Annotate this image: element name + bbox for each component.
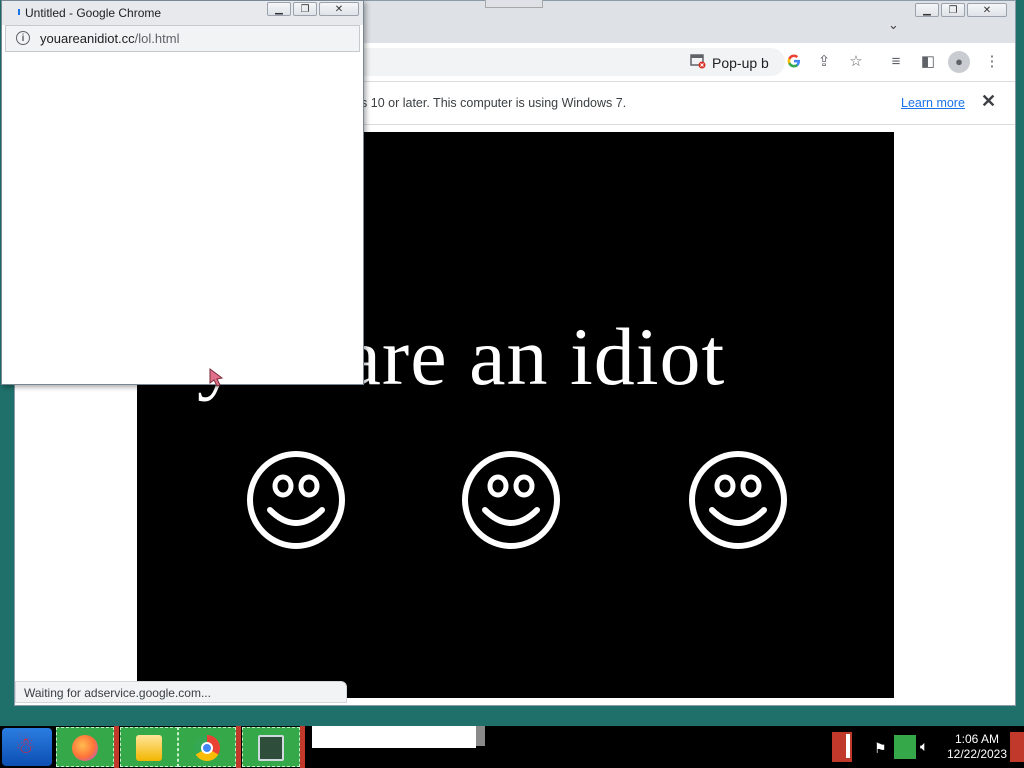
more-menu-icon[interactable]: ⋮ — [983, 53, 1001, 71]
side-panel-icon[interactable]: ◧ — [919, 53, 937, 71]
file-explorer-icon — [136, 735, 162, 761]
learn-more-link[interactable]: Learn more — [901, 96, 965, 110]
taskbar: ☃ ⚑ 🔈︎ — [0, 726, 1024, 768]
smiley-face-icon — [689, 451, 787, 549]
url-path: /lol.html — [134, 31, 180, 46]
tray-white-strip — [846, 734, 850, 758]
smiley-face-icon — [247, 451, 345, 549]
popup-maximize-button[interactable]: ❐ — [293, 2, 317, 16]
popup-window-title: Untitled - Google Chrome — [25, 6, 162, 20]
taskbar-system-monitor[interactable] — [242, 727, 300, 767]
firefox-icon — [72, 735, 98, 761]
popup-browser-window: Untitled - Google Chrome ▁ ❐ ✕ i youarea… — [1, 0, 364, 385]
popup-url: youareanidiot.cc/lol.html — [40, 31, 179, 46]
site-info-icon[interactable]: i — [16, 31, 30, 45]
taskbar-chrome[interactable] — [178, 727, 236, 767]
smiley-face-icon — [462, 451, 560, 549]
loading-indicator-icon — [18, 9, 20, 15]
taskbar-scroll-handle[interactable] — [476, 726, 485, 746]
star-icon[interactable]: ☆ — [847, 53, 865, 71]
status-bubble: Waiting for adservice.google.com... — [15, 681, 347, 703]
mouse-cursor-icon — [209, 368, 224, 387]
clock-date: 12/22/2023 — [946, 747, 1008, 761]
chrome-icon — [194, 735, 220, 761]
tab-strip-stub[interactable] — [485, 0, 543, 8]
popup-minimize-button[interactable]: ▁ — [267, 2, 291, 16]
taskbar-file-explorer[interactable] — [120, 727, 178, 767]
taskbar-separator — [236, 726, 241, 768]
popup-close-button[interactable]: ✕ — [319, 2, 359, 16]
close-window-button[interactable]: ✕ — [967, 3, 1007, 17]
tab-search-chevron-icon[interactable]: ⌄ — [888, 17, 899, 33]
popup-blocked-label: Pop-up b — [712, 54, 769, 71]
taskbar-separator — [114, 726, 119, 768]
action-center-flag-icon[interactable]: ⚑ — [874, 740, 887, 757]
popup-window-controls: ▁ ❐ ✕ — [267, 2, 359, 17]
popup-titlebar[interactable]: Untitled - Google Chrome ▁ ❐ ✕ — [2, 1, 363, 25]
google-icon[interactable] — [785, 53, 803, 71]
popup-address-bar[interactable]: i youareanidiot.cc/lol.html — [5, 25, 360, 52]
maximize-button[interactable]: ❐ — [941, 3, 965, 17]
clock-time: 1:06 AM — [954, 732, 1000, 746]
volume-icon[interactable]: 🔈︎ — [920, 738, 928, 755]
popup-blocked-chip[interactable]: Pop-up b — [690, 53, 769, 72]
taskbar-separator — [300, 726, 305, 768]
infobar-close-button[interactable]: ✕ — [981, 91, 996, 112]
system-monitor-icon — [258, 735, 284, 761]
popup-blocked-icon — [690, 53, 706, 72]
main-window-controls: ▁ ❐ ✕ — [915, 3, 1007, 18]
profile-icon[interactable]: ● — [948, 51, 970, 73]
taskbar-firefox[interactable] — [56, 727, 114, 767]
share-icon[interactable]: ⇪ — [815, 53, 833, 71]
taskbar-window-button[interactable] — [312, 726, 476, 748]
show-desktop-button[interactable] — [1010, 732, 1024, 762]
network-icon[interactable] — [894, 735, 916, 759]
start-button[interactable]: ☃ — [2, 728, 52, 766]
reading-list-icon[interactable]: ≡ — [887, 53, 905, 71]
url-host: youareanidiot.cc — [40, 31, 135, 46]
taskbar-clock[interactable]: 1:06 AM 12/22/2023 — [944, 732, 1010, 762]
santa-start-icon: ☃ — [15, 733, 35, 758]
minimize-button[interactable]: ▁ — [915, 3, 939, 17]
infobar-message: ws 10 or later. This computer is using W… — [352, 96, 627, 110]
